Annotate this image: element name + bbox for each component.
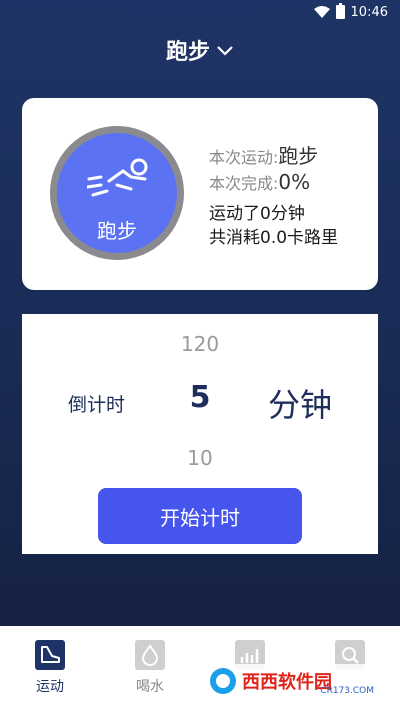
tab-label: 运动 bbox=[36, 679, 64, 695]
wifi-icon bbox=[313, 6, 330, 18]
chevron-down-icon bbox=[217, 46, 233, 56]
unit-label: 分钟 bbox=[268, 386, 333, 424]
picker-option-above[interactable]: 120 bbox=[22, 332, 378, 356]
summary-card: 跑步 本次运动: 跑步 本次完成: 0% 运动了0分钟 共消耗0.0卡路里 bbox=[22, 98, 378, 290]
info-value: 跑步 bbox=[278, 144, 319, 168]
sport-circle-label: 跑步 bbox=[97, 219, 137, 243]
watermark: 西西软件园 CR173.COM bbox=[204, 664, 382, 698]
water-drop-icon bbox=[135, 640, 165, 670]
start-timer-button[interactable]: 开始计时 bbox=[98, 488, 302, 544]
picker-option-below[interactable]: 10 bbox=[22, 446, 378, 470]
tab-water[interactable]: 喝水 bbox=[100, 626, 200, 710]
info-row-sport: 本次运动: 跑步 bbox=[209, 140, 338, 170]
calories-text: 共消耗0.0卡路里 bbox=[209, 228, 339, 248]
sport-circle: 跑步 bbox=[50, 126, 184, 260]
timer-card: 120 倒计时 5 分钟 10 开始计时 bbox=[22, 314, 378, 554]
workout-info: 本次运动: 跑步 本次完成: 0% 运动了0分钟 共消耗0.0卡路里 bbox=[209, 140, 338, 250]
watermark-logo-icon bbox=[210, 668, 236, 694]
tab-exercise[interactable]: 运动 bbox=[0, 626, 100, 710]
duration-text: 运动了0分钟 bbox=[209, 204, 305, 224]
watermark-text: 西西软件园 bbox=[242, 672, 332, 693]
battery-icon bbox=[335, 3, 345, 19]
watermark-subtext: CR173.COM bbox=[320, 686, 374, 696]
shoe-icon bbox=[35, 640, 65, 670]
info-value: 0% bbox=[278, 170, 311, 194]
status-bar: 10:46 bbox=[0, 0, 400, 24]
info-row-progress: 本次完成: 0% bbox=[209, 170, 338, 200]
runner-icon bbox=[87, 158, 148, 197]
tab-label: 喝水 bbox=[136, 679, 164, 695]
page-title: 跑步 bbox=[165, 40, 210, 65]
info-label: 本次完成: bbox=[209, 174, 279, 193]
sport-selector[interactable]: 跑步 bbox=[0, 30, 400, 70]
info-label: 本次运动: bbox=[209, 148, 279, 167]
status-time: 10:46 bbox=[350, 4, 388, 20]
